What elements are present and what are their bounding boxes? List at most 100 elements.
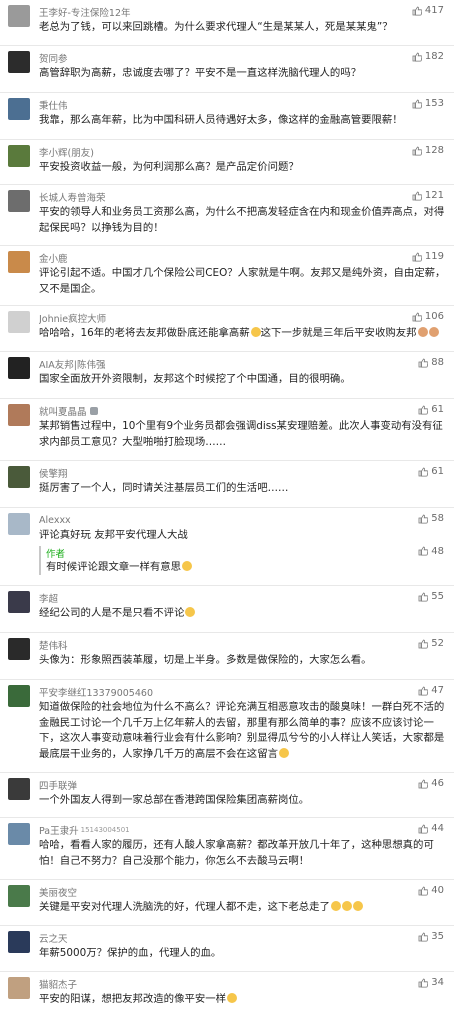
comment-text: 经纪公司的人是不是只看不评论 (39, 606, 446, 622)
comment-text: 评论真好玩 友邦平安代理人大战 (39, 529, 188, 541)
like-button[interactable]: 182 (412, 51, 444, 62)
like-count: 46 (431, 778, 444, 789)
comment-text: 国家全面放开外资限制，友邦这个时候挖了个中国通，目的很明确。 (39, 373, 351, 385)
comment-item: 秉仕伟 我靠，那么高年薪，比为中国科研人员待遇好太多，像这样的金融高管要限薪！ … (0, 93, 454, 140)
commenter-name[interactable]: Pa王隶升 (39, 823, 79, 837)
like-button[interactable]: 40 (418, 885, 444, 896)
commenter-name[interactable]: AIA友邦|陈伟强 (39, 357, 106, 371)
comment-item: Pa王隶升 15143004501 哈哈，看看人家的履历，还有人酸人家拿高薪？都改… (0, 818, 454, 880)
commenter-name[interactable]: 李超 (39, 591, 58, 605)
comment-text: 某邦销售过程中，10个里有9个业务员都会强调diss某安理赔差。此次人事变动有没… (39, 420, 443, 448)
commenter-name-tag: 15143004501 (80, 826, 130, 834)
thumbs-up-icon (412, 99, 422, 108)
avatar[interactable] (8, 977, 30, 999)
like-button[interactable]: 121 (412, 190, 444, 201)
comment-item: 美丽夜空 关键是平安对代理人洗脑洗的好，代理人都不走，这下老总走了 40 (0, 880, 454, 926)
thumbs-up-icon (418, 639, 429, 648)
commenter-name[interactable]: 侯擎翔 (39, 466, 68, 480)
comment-item: 四手联弹 一个外国友人得到一家总部在香港跨国保险集团高薪岗位。 46 (0, 773, 454, 818)
thumbs-up-icon (412, 312, 422, 321)
avatar[interactable] (8, 885, 30, 907)
thumbs-up-icon (418, 546, 429, 556)
like-button[interactable]: 55 (418, 591, 444, 602)
like-button[interactable]: 128 (412, 145, 444, 156)
like-button[interactable]: 61 (418, 404, 444, 415)
commenter-name[interactable]: 秉仕伟 (39, 98, 68, 112)
comment-text: 一个外国友人得到一家总部在香港跨国保险集团高薪岗位。 (39, 794, 310, 806)
comment-item: Alexxx 评论真好玩 友邦平安代理人大战 作者 有时候评论跟文章一样有意思 … (0, 508, 454, 586)
commenter-name[interactable]: 平安李继红13379005460 (39, 685, 153, 699)
author-reply: 作者 有时候评论跟文章一样有意思 48 (39, 545, 446, 575)
commenter-name[interactable]: 就叫夏晶晶 (39, 404, 87, 418)
commenter-name[interactable]: 美丽夜空 (39, 885, 77, 899)
commenter-name[interactable]: 贺同参 (39, 51, 68, 65)
like-button[interactable]: 46 (418, 778, 444, 789)
comment-text: 关键是平安对代理人洗脑洗的好，代理人都不走，这下老总走了 (39, 900, 446, 916)
avatar[interactable] (8, 98, 30, 120)
like-button[interactable]: 61 (418, 466, 444, 477)
commenter-name[interactable]: Alexxx (39, 515, 71, 526)
like-button[interactable]: 417 (412, 5, 444, 16)
like-button[interactable]: 119 (412, 251, 444, 262)
avatar[interactable] (8, 51, 30, 73)
thumbs-up-icon (412, 52, 422, 61)
comment-text-content: 平安的阳谋，想把友邦改造的像平安一样 (39, 993, 227, 1005)
thumbs-up-icon (418, 978, 429, 987)
comment-item: 长城人寿曾海荣 平安的领导人和业务员工资那么高，为什么不把高发轻症含在内和现金价… (0, 185, 454, 246)
thumbs-up-icon (418, 686, 429, 695)
comment-item: 李小辉(朋友) 平安投资收益一般，为何利润那么高？是产品定价问题？ 128 (0, 140, 454, 185)
like-count: 58 (431, 513, 444, 524)
commenter-name[interactable]: 金小鹿 (39, 251, 68, 265)
commenter-name[interactable]: 长城人寿曾海荣 (39, 190, 106, 204)
thumbs-up-icon (412, 146, 422, 155)
thumbs-up-icon (418, 932, 429, 941)
avatar[interactable] (8, 5, 30, 27)
like-button[interactable]: 44 (418, 823, 444, 834)
like-count: 44 (431, 823, 444, 834)
like-button[interactable]: 88 (418, 357, 444, 368)
commenter-name[interactable]: 猫貂杰子 (39, 977, 77, 991)
like-count: 417 (424, 5, 444, 16)
avatar[interactable] (8, 823, 30, 845)
comment-item: AIA友邦|陈伟强 国家全面放开外资限制，友邦这个时候挖了个中国通，目的很明确。… (0, 352, 454, 399)
avatar[interactable] (8, 404, 30, 426)
avatar[interactable] (8, 685, 30, 707)
comment-text: 头像为：形象照西装革履，切是上半身。多数是做保险的，大家怎么看。 (39, 654, 372, 666)
like-count: 55 (431, 591, 444, 602)
commenter-name[interactable]: Johnie疯控大师 (39, 311, 106, 325)
like-button[interactable]: 35 (418, 931, 444, 942)
avatar[interactable] (8, 466, 30, 488)
commenter-name[interactable]: 李小辉(朋友) (39, 145, 94, 159)
emoji-icon (352, 901, 363, 911)
avatar[interactable] (8, 190, 30, 212)
comment-text-part: 这下一步就是三年后平安收购友邦 (260, 327, 417, 339)
avatar[interactable] (8, 251, 30, 273)
commenter-name[interactable]: 王李好-专注保险12年 (39, 5, 131, 19)
avatar[interactable] (8, 591, 30, 613)
like-count: 35 (431, 931, 444, 942)
like-button[interactable]: 52 (418, 638, 444, 649)
reply-like-button[interactable]: 48 (418, 546, 444, 557)
thumbs-up-icon (418, 824, 429, 833)
avatar[interactable] (8, 145, 30, 167)
commenter-name[interactable]: 楚伟科 (39, 638, 68, 652)
comment-item: 金小鹿 评论引起不适。中国才几个保险公司CEO？人家就是牛啊。友邦又是纯外资，自… (0, 246, 454, 306)
emoji-icon (341, 901, 352, 911)
avatar[interactable] (8, 931, 30, 953)
avatar[interactable] (8, 311, 30, 333)
like-button[interactable]: 153 (412, 98, 444, 109)
like-button[interactable]: 106 (412, 311, 444, 322)
like-count: 106 (424, 311, 444, 322)
avatar[interactable] (8, 513, 30, 535)
thumbs-up-icon (418, 779, 429, 788)
commenter-name[interactable]: 云之天 (39, 931, 68, 945)
avatar[interactable] (8, 638, 30, 660)
avatar[interactable] (8, 778, 30, 800)
avatar[interactable] (8, 357, 30, 379)
like-button[interactable]: 34 (418, 977, 444, 988)
like-button[interactable]: 58 (418, 513, 444, 524)
thumbs-up-icon (418, 592, 429, 601)
like-button[interactable]: 47 (418, 685, 444, 696)
commenter-name[interactable]: 四手联弹 (39, 778, 77, 792)
comment-text: 年薪5000万？保护的血，代理人的血。 (39, 947, 222, 959)
